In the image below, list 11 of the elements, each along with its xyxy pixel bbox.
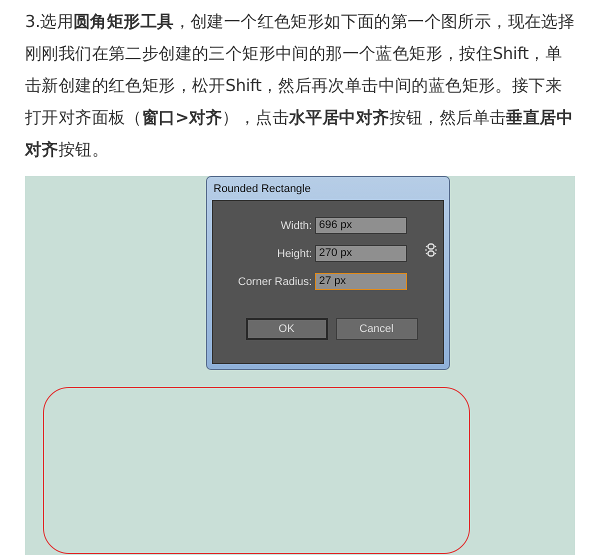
dialog-button[interactable]: Cancel — [336, 318, 418, 340]
dialog-button[interactable]: OK — [246, 318, 328, 340]
field-label: Width: — [280, 220, 312, 232]
dialog-title: Rounded Rectangle — [212, 182, 312, 197]
field-label: Height: — [277, 248, 312, 260]
chain-link-icon[interactable] — [424, 242, 437, 258]
input-field[interactable]: 27 px — [314, 273, 407, 290]
input-field[interactable]: 696 px — [314, 217, 407, 234]
tutorial-paragraph: 3.选用圆角矩形工具，创建一个红色矩形如下面的第一个图所示，现在选择刚刚我们在第二步创建的三个矩形中间的那一个蓝色矩形，按住Shift，单击新创建的红色矩形，松开Shift，然后再次单击中间的蓝色矩形。接下来打开对齐面板（窗口>对齐），点击水平居中对齐按钮，然后单击垂直居中对齐按钮。 — [25, 11, 576, 161]
field-label: Corner Radius: — [238, 276, 312, 288]
input-field[interactable]: 270 px — [314, 245, 407, 262]
